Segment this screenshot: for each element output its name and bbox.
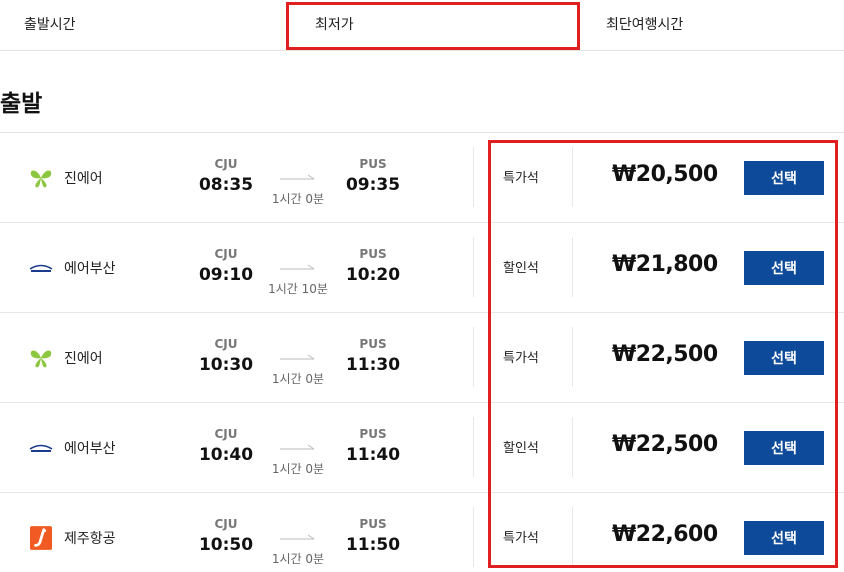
departure-code: CJU (214, 337, 238, 351)
seat-class: 할인석 (503, 261, 539, 276)
flight-row: 에어부산 CJU 09:10 1시간 10분 PUS 10:20 할인석 ₩21… (0, 223, 844, 313)
departure-info: CJU 10:40 (196, 427, 256, 467)
arrival-info: PUS 10:20 (343, 247, 403, 287)
departure-time: 10:30 (198, 355, 254, 375)
airline-info: 에어부산 (28, 435, 116, 461)
flight-duration: 1시간 0분 (271, 462, 325, 476)
departure-code: CJU (214, 247, 238, 261)
arrival-code: PUS (359, 337, 387, 351)
airbusan-logo-icon (28, 435, 54, 461)
airline-name: 에어부산 (64, 441, 116, 457)
arrival-time: 11:40 (345, 445, 401, 465)
fare-price: ₩22,500 (612, 432, 718, 457)
route-info: 1시간 0분 (262, 347, 334, 387)
column-divider (572, 507, 573, 567)
airline-name: 제주항공 (64, 531, 116, 547)
arrival-time: 11:30 (345, 355, 401, 375)
fare-price: ₩22,600 (612, 522, 718, 547)
departure-time: 10:50 (198, 535, 254, 555)
column-divider (473, 417, 474, 477)
flight-duration: 1시간 0분 (271, 192, 325, 206)
seat-class: 특가석 (503, 531, 539, 546)
select-flight-button[interactable]: 선택 (744, 341, 824, 375)
airline-info: 진에어 (28, 165, 103, 191)
departure-code: CJU (214, 427, 238, 441)
flight-duration: 1시간 0분 (271, 552, 325, 566)
fare-price: ₩21,800 (612, 252, 718, 277)
route-info: 1시간 0분 (262, 527, 334, 567)
column-divider (572, 417, 573, 477)
lowest-price-highlight-box (286, 2, 580, 50)
column-divider (572, 237, 573, 297)
arrival-time: 11:50 (345, 535, 401, 555)
column-divider (473, 147, 474, 207)
airline-info: 제주항공 (28, 525, 116, 551)
arrival-time: 10:20 (345, 265, 401, 285)
sort-tab-shortest-duration[interactable]: 최단여행시간 (606, 14, 683, 34)
route-info: 1시간 0분 (262, 437, 334, 477)
column-divider (473, 507, 474, 567)
route-info: 1시간 10분 (262, 257, 334, 297)
column-divider (473, 237, 474, 297)
flight-row: 제주항공 CJU 10:50 1시간 0분 PUS 11:50 특가석 ₩22,… (0, 493, 844, 572)
flight-duration: 1시간 10분 (268, 282, 328, 296)
departure-info: CJU 08:35 (196, 157, 256, 197)
departure-time: 08:35 (198, 175, 254, 195)
departure-code: CJU (214, 517, 238, 531)
flight-row: 진에어 CJU 10:30 1시간 0분 PUS 11:30 특가석 ₩22,5… (0, 313, 844, 403)
jinair-butterfly-icon (28, 165, 54, 191)
jinair-butterfly-icon (28, 345, 54, 371)
fare-price: ₩22,500 (612, 342, 718, 367)
arrival-code: PUS (359, 517, 387, 531)
sort-tab-departure-time[interactable]: 출발시간 (24, 14, 76, 34)
airbusan-logo-icon (28, 255, 54, 281)
fare-price: ₩20,500 (612, 162, 718, 187)
route-arrow-icon (280, 444, 315, 450)
select-flight-button[interactable]: 선택 (744, 521, 824, 555)
arrival-info: PUS 09:35 (343, 157, 403, 197)
jejuair-logo-icon (28, 525, 54, 551)
airline-name: 진에어 (64, 351, 103, 367)
arrival-info: PUS 11:40 (343, 427, 403, 467)
select-flight-button[interactable]: 선택 (744, 161, 824, 195)
select-flight-button[interactable]: 선택 (744, 431, 824, 465)
select-flight-button[interactable]: 선택 (744, 251, 824, 285)
section-title: 출발 (0, 91, 43, 117)
airline-name: 진에어 (64, 171, 103, 187)
seat-class: 특가석 (503, 171, 539, 186)
route-arrow-icon (280, 174, 315, 180)
seat-class: 특가석 (503, 351, 539, 366)
arrival-info: PUS 11:30 (343, 337, 403, 377)
flight-row: 에어부산 CJU 10:40 1시간 0분 PUS 11:40 할인석 ₩22,… (0, 403, 844, 493)
seat-class: 할인석 (503, 441, 539, 456)
airline-name: 에어부산 (64, 261, 116, 277)
route-arrow-icon (280, 354, 315, 360)
departure-code: CJU (214, 157, 238, 171)
arrival-info: PUS 11:50 (343, 517, 403, 557)
departure-info: CJU 09:10 (196, 247, 256, 287)
arrival-time: 09:35 (345, 175, 401, 195)
departure-time: 09:10 (198, 265, 254, 285)
departure-info: CJU 10:30 (196, 337, 256, 377)
flight-duration: 1시간 0분 (271, 372, 325, 386)
flight-row: 진에어 CJU 08:35 1시간 0분 PUS 09:35 특가석 ₩20,5… (0, 133, 844, 223)
arrival-code: PUS (359, 247, 387, 261)
airline-info: 에어부산 (28, 255, 116, 281)
departure-time: 10:40 (198, 445, 254, 465)
arrival-code: PUS (359, 157, 387, 171)
route-arrow-icon (280, 534, 315, 540)
column-divider (572, 327, 573, 387)
arrival-code: PUS (359, 427, 387, 441)
airline-info: 진에어 (28, 345, 103, 371)
column-divider (473, 327, 474, 387)
route-arrow-icon (280, 264, 315, 270)
route-info: 1시간 0분 (262, 167, 334, 207)
column-divider (572, 147, 573, 207)
departure-info: CJU 10:50 (196, 517, 256, 557)
